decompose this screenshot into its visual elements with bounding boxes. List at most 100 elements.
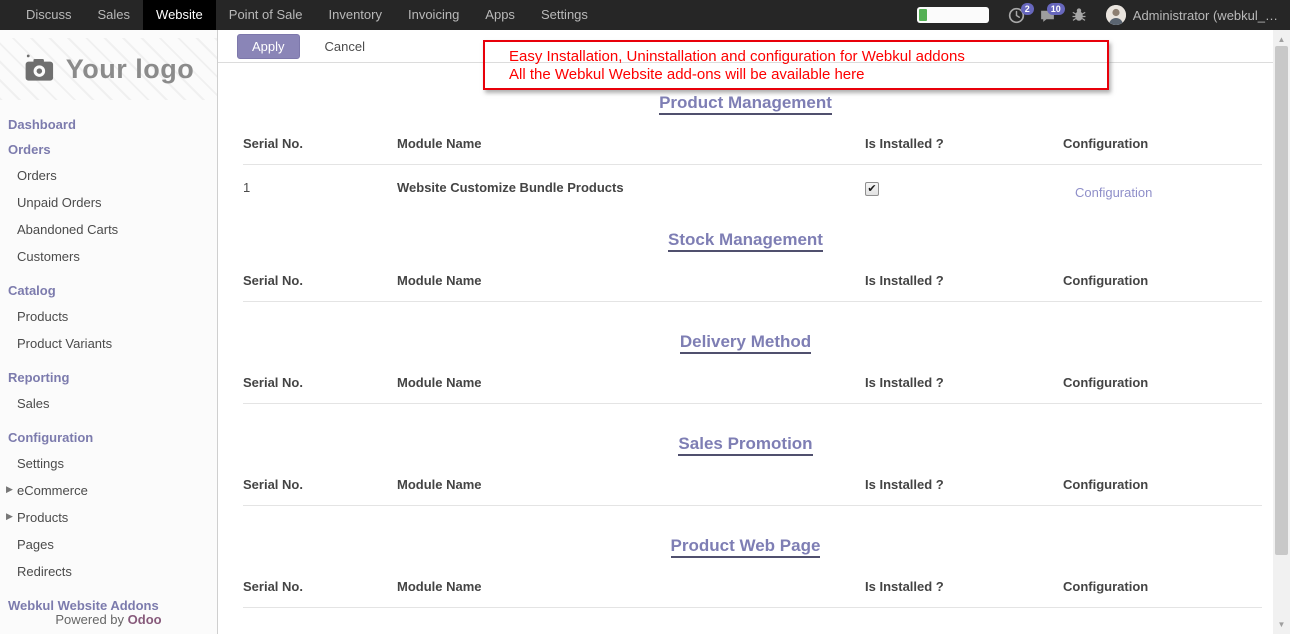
user-name: Administrator (webkul_… — [1133, 8, 1278, 23]
sidebar-item-customers[interactable]: Customers — [0, 243, 217, 270]
section-title: Sales Promotion — [218, 434, 1273, 454]
table-header-row: Serial No.Module NameIs Installed ?Confi… — [218, 136, 1273, 151]
camera-plus-icon — [23, 54, 66, 84]
app-menus: DiscussSalesWebsitePoint of SaleInventor… — [0, 0, 601, 30]
module-sections: Product Management Serial No.Module Name… — [218, 93, 1273, 634]
scrollbar[interactable]: ▲ ▼ — [1273, 30, 1290, 634]
user-menu[interactable]: Administrator (webkul_… — [1106, 5, 1278, 25]
apply-button[interactable]: Apply — [237, 34, 300, 59]
sidebar-item-products[interactable]: ▶Products — [0, 504, 217, 531]
column-header-is-installed: Is Installed ? — [865, 477, 1063, 492]
section-sales-promotion: Sales Promotion Serial No.Module NameIs … — [218, 434, 1273, 506]
column-header-serial-no: Serial No. — [243, 579, 397, 594]
app-menu-discuss[interactable]: Discuss — [13, 0, 85, 30]
sidebar-item-redirects[interactable]: Redirects — [0, 558, 217, 585]
main-frame: Your logo DashboardOrdersOrdersUnpaid Or… — [0, 30, 1290, 634]
sidebar-section-orders[interactable]: Orders — [0, 137, 217, 162]
column-header-is-installed: Is Installed ? — [865, 273, 1063, 288]
sidebar-item-pages[interactable]: Pages — [0, 531, 217, 558]
table-header-row: Serial No.Module NameIs Installed ?Confi… — [218, 375, 1273, 390]
table-header-row: Serial No.Module NameIs Installed ?Confi… — [218, 579, 1273, 594]
sidebar-item-unpaid-orders[interactable]: Unpaid Orders — [0, 189, 217, 216]
section-title: Stock Management — [218, 230, 1273, 250]
section-product-web-page: Product Web Page Serial No.Module NameIs… — [218, 536, 1273, 608]
section-title: Product Web Page — [218, 536, 1273, 556]
systray: 2 10 Administrator — [917, 0, 1290, 30]
column-header-is-installed: Is Installed ? — [865, 579, 1063, 594]
column-header-module-name: Module Name — [397, 375, 865, 390]
installed-checkbox[interactable]: ✔ — [865, 182, 879, 196]
table-header-row: Serial No.Module NameIs Installed ?Confi… — [218, 273, 1273, 288]
serial-number: 1 — [243, 180, 397, 195]
divider — [243, 301, 1262, 302]
sidebar-item-ecommerce[interactable]: ▶eCommerce — [0, 477, 217, 504]
divider — [243, 607, 1262, 608]
section-delivery-method: Delivery Method Serial No.Module NameIs … — [218, 332, 1273, 404]
app-menu-settings[interactable]: Settings — [528, 0, 601, 30]
section-product-management: Product Management Serial No.Module Name… — [218, 93, 1273, 200]
chevron-right-icon[interactable]: ▶ — [6, 511, 13, 522]
annotation-line-2: All the Webkul Website add-ons will be a… — [509, 66, 1107, 84]
message-count-badge: 10 — [1047, 3, 1065, 15]
progress-fill — [919, 9, 927, 21]
column-header-configuration: Configuration — [1063, 136, 1273, 151]
column-header-configuration: Configuration — [1063, 579, 1273, 594]
table-header-row: Serial No.Module NameIs Installed ?Confi… — [218, 477, 1273, 492]
sidebar-menu: DashboardOrdersOrdersUnpaid OrdersAbando… — [0, 112, 217, 618]
sidebar-item-orders[interactable]: Orders — [0, 162, 217, 189]
cancel-button[interactable]: Cancel — [325, 39, 365, 54]
scrollbar-thumb[interactable] — [1275, 46, 1288, 555]
app-menu-apps[interactable]: Apps — [472, 0, 528, 30]
sidebar-item-products[interactable]: Products — [0, 303, 217, 330]
divider — [243, 403, 1262, 404]
column-header-configuration: Configuration — [1063, 273, 1273, 288]
app-root: DiscussSalesWebsitePoint of SaleInventor… — [0, 0, 1290, 634]
scroll-up-arrow[interactable]: ▲ — [1273, 35, 1290, 44]
avatar — [1106, 5, 1126, 25]
annotation-box: Easy Installation, Uninstallation and co… — [483, 40, 1109, 90]
app-menu-point-of-sale[interactable]: Point of Sale — [216, 0, 316, 30]
activities-button[interactable]: 2 — [1005, 3, 1029, 27]
app-menu-sales[interactable]: Sales — [85, 0, 144, 30]
sidebar-section-catalog[interactable]: Catalog — [0, 278, 217, 303]
column-header-module-name: Module Name — [397, 477, 865, 492]
top-navbar: DiscussSalesWebsitePoint of SaleInventor… — [0, 0, 1290, 30]
sidebar-item-settings[interactable]: Settings — [0, 450, 217, 477]
sidebar-section-configuration[interactable]: Configuration — [0, 425, 217, 450]
bug-icon — [1071, 7, 1087, 23]
column-header-serial-no: Serial No. — [243, 136, 397, 151]
column-header-serial-no: Serial No. — [243, 375, 397, 390]
chevron-right-icon[interactable]: ▶ — [6, 484, 13, 495]
module-name: Website Customize Bundle Products — [397, 180, 865, 195]
configuration-link[interactable]: Configuration — [1063, 185, 1152, 200]
section-title: Product Management — [218, 93, 1273, 113]
divider — [243, 164, 1262, 165]
debug-button[interactable] — [1067, 3, 1091, 27]
app-menu-invoicing[interactable]: Invoicing — [395, 0, 472, 30]
column-header-configuration: Configuration — [1063, 477, 1273, 492]
column-header-configuration: Configuration — [1063, 375, 1273, 390]
section-title: Delivery Method — [218, 332, 1273, 352]
annotation-line-1: Easy Installation, Uninstallation and co… — [509, 48, 1107, 66]
sidebar-section-dashboard[interactable]: Dashboard — [0, 112, 217, 137]
sidebar-item-abandoned-carts[interactable]: Abandoned Carts — [0, 216, 217, 243]
app-menu-inventory[interactable]: Inventory — [316, 0, 395, 30]
app-menu-website[interactable]: Website — [143, 0, 216, 30]
activity-count-badge: 2 — [1021, 3, 1034, 15]
progress-widget[interactable] — [917, 7, 989, 23]
company-logo[interactable]: Your logo — [0, 38, 217, 100]
column-header-module-name: Module Name — [397, 136, 865, 151]
column-header-serial-no: Serial No. — [243, 273, 397, 288]
sidebar-section-reporting[interactable]: Reporting — [0, 365, 217, 390]
section-stock-management: Stock Management Serial No.Module NameIs… — [218, 230, 1273, 302]
column-header-is-installed: Is Installed ? — [865, 375, 1063, 390]
messages-button[interactable]: 10 — [1036, 3, 1060, 27]
column-header-module-name: Module Name — [397, 273, 865, 288]
table-row: 1Website Customize Bundle Products✔ Confi… — [218, 180, 1273, 200]
column-header-module-name: Module Name — [397, 579, 865, 594]
scroll-down-arrow[interactable]: ▼ — [1273, 620, 1290, 629]
sidebar-item-sales[interactable]: Sales — [0, 390, 217, 417]
odoo-brand-link[interactable]: Odoo — [128, 612, 162, 627]
sidebar-item-product-variants[interactable]: Product Variants — [0, 330, 217, 357]
column-header-is-installed: Is Installed ? — [865, 136, 1063, 151]
